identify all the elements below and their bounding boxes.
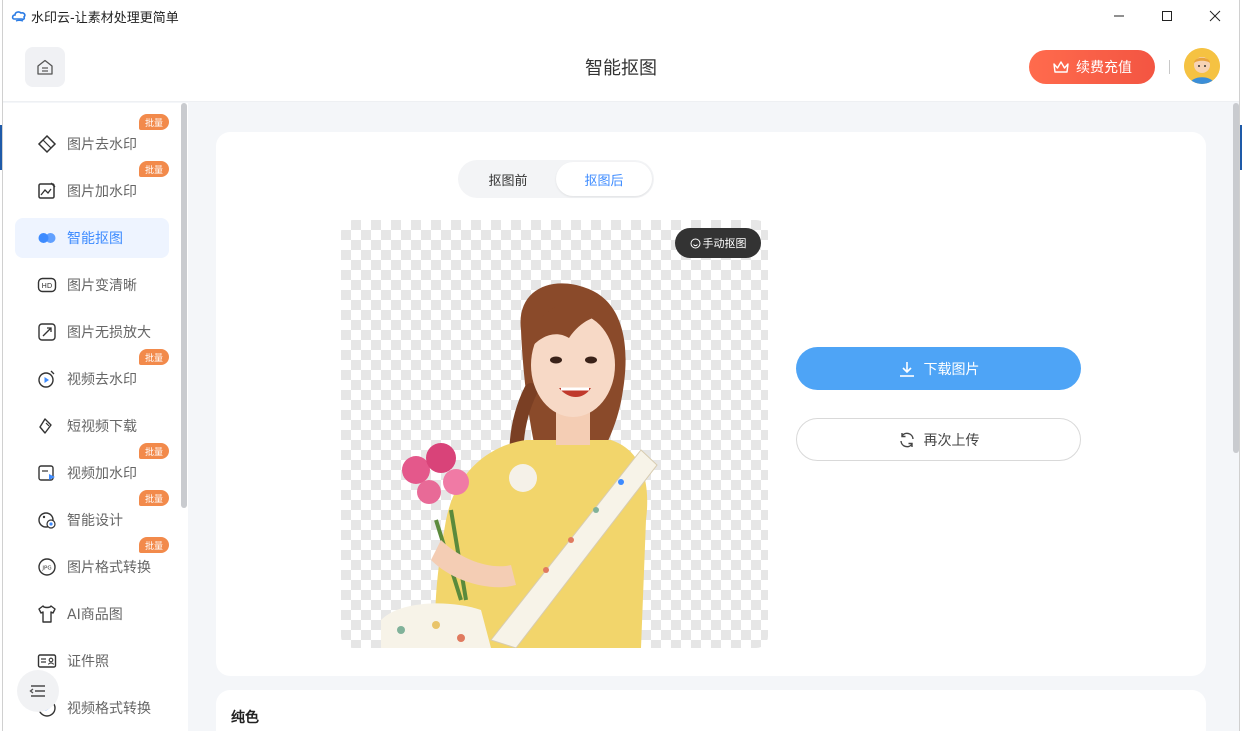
sidebar-item-add-image-watermark[interactable]: 图片加水印 批量 [15,161,169,211]
download-label: 下载图片 [923,361,980,378]
sidebar-item-label: 智能设计 [67,513,123,529]
manual-cutout-button[interactable]: 手动抠图 [675,228,761,258]
batch-badge: 批量 [139,490,169,506]
sidebar-item-label: 图片无损放大 [67,325,151,341]
crown-icon [1053,61,1069,73]
hd-icon: HD [37,275,57,295]
jpg-icon: JPG [37,557,57,577]
download-icon [899,361,914,377]
user-avatar-icon [1184,48,1220,84]
sidebar-item-label: 图片加水印 [67,184,137,200]
sidebar-item-label: 图片去水印 [67,137,137,153]
cutout-subject-image [381,283,658,648]
title-bar: 水印云-让素材处理更简单 [3,0,1239,32]
id-card-icon [37,651,57,671]
batch-badge: 批量 [139,114,169,130]
sidebar-item-lossless-enlarge[interactable]: 图片无损放大 [15,312,169,352]
sidebar-item-image-format-convert[interactable]: JPG 图片格式转换 批量 [15,537,169,587]
sidebar: 图片去水印 批量 图片加水印 批量 智能抠图 HD 图片变清晰 图片无损放大 视… [3,103,188,731]
batch-badge: 批量 [139,349,169,365]
sidebar-scrollbar[interactable] [181,103,187,508]
maximize-icon [1162,11,1172,21]
palette-icon [37,510,57,530]
avatar[interactable] [1184,48,1220,84]
sidebar-item-label: 短视频下载 [67,419,137,435]
renew-label: 续费充值 [1076,60,1132,76]
batch-badge: 批量 [139,443,169,459]
sidebar-item-label: 图片变清晰 [67,278,137,294]
app-header: 智能抠图 续费充值 [3,32,1239,102]
sidebar-item-label: 视频去水印 [67,372,137,388]
main-scrollbar[interactable] [1233,103,1239,453]
maximize-button[interactable] [1143,0,1191,32]
window-title: 水印云-让素材处理更简单 [31,10,179,26]
enlarge-icon [37,322,57,342]
sidebar-item-label: 图片格式转换 [67,560,151,576]
tshirt-icon [37,604,57,624]
sidebar-item-remove-image-watermark[interactable]: 图片去水印 批量 [15,114,169,164]
batch-badge: 批量 [139,537,169,553]
close-button[interactable] [1191,0,1239,32]
sidebar-item-label: AI商品图 [67,607,123,623]
cutout-result-panel: 抠图前 抠图后 手动抠图 下载图片 再次上传 [216,132,1206,676]
sidebar-item-ai-product-image[interactable]: AI商品图 [15,594,169,634]
sidebar-item-smart-design[interactable]: 智能设计 批量 [15,490,169,540]
close-icon [1209,10,1221,22]
header-divider [1169,60,1170,74]
svg-text:JPG: JPG [41,566,51,572]
video-eraser-icon [37,369,57,389]
cutout-icon [37,228,57,248]
manual-cutout-icon [690,238,700,248]
tab-before-cutout[interactable]: 抠图前 [460,162,556,196]
collapse-menu-icon [29,685,45,697]
link-icon [37,416,57,436]
batch-badge: 批量 [139,161,169,177]
renew-button[interactable]: 续费充值 [1029,50,1155,84]
video-add-icon [37,463,57,483]
minimize-icon [1114,15,1124,17]
app-window: 水印云-让素材处理更简单 智能抠图 续费充值 图片去水印 批量 图片加水印 批量… [2,0,1240,731]
sidebar-item-label: 视频加水印 [67,466,137,482]
eraser-icon [37,134,57,154]
collapse-sidebar-button[interactable] [17,670,59,712]
image-edit-icon [37,181,57,201]
background-color-panel: 纯色 [216,690,1206,731]
refresh-icon [899,432,914,447]
sidebar-item-label: 智能抠图 [67,231,123,247]
sidebar-item-label: 证件照 [67,654,109,670]
sidebar-item-smart-cutout[interactable]: 智能抠图 [15,218,169,258]
svg-text:HD: HD [42,282,53,290]
minimize-button[interactable] [1095,0,1143,32]
app-logo-icon [11,11,26,22]
sidebar-item-image-sharpen[interactable]: HD 图片变清晰 [15,265,169,305]
sidebar-item-remove-video-watermark[interactable]: 视频去水印 批量 [15,349,169,399]
sidebar-item-add-video-watermark[interactable]: 视频加水印 批量 [15,443,169,493]
manual-cutout-label: 手动抠图 [702,237,747,250]
reupload-button[interactable]: 再次上传 [796,418,1081,461]
before-after-tabs: 抠图前 抠图后 [458,160,654,198]
sidebar-item-short-video-download[interactable]: 短视频下载 [15,406,169,446]
reupload-label: 再次上传 [923,432,980,449]
sidebar-item-label: 视频格式转换 [67,701,151,717]
download-image-button[interactable]: 下载图片 [796,347,1081,390]
solid-color-label: 纯色 [231,710,259,726]
tab-after-cutout[interactable]: 抠图后 [556,162,652,196]
cutout-preview-image: 手动抠图 [341,220,768,648]
